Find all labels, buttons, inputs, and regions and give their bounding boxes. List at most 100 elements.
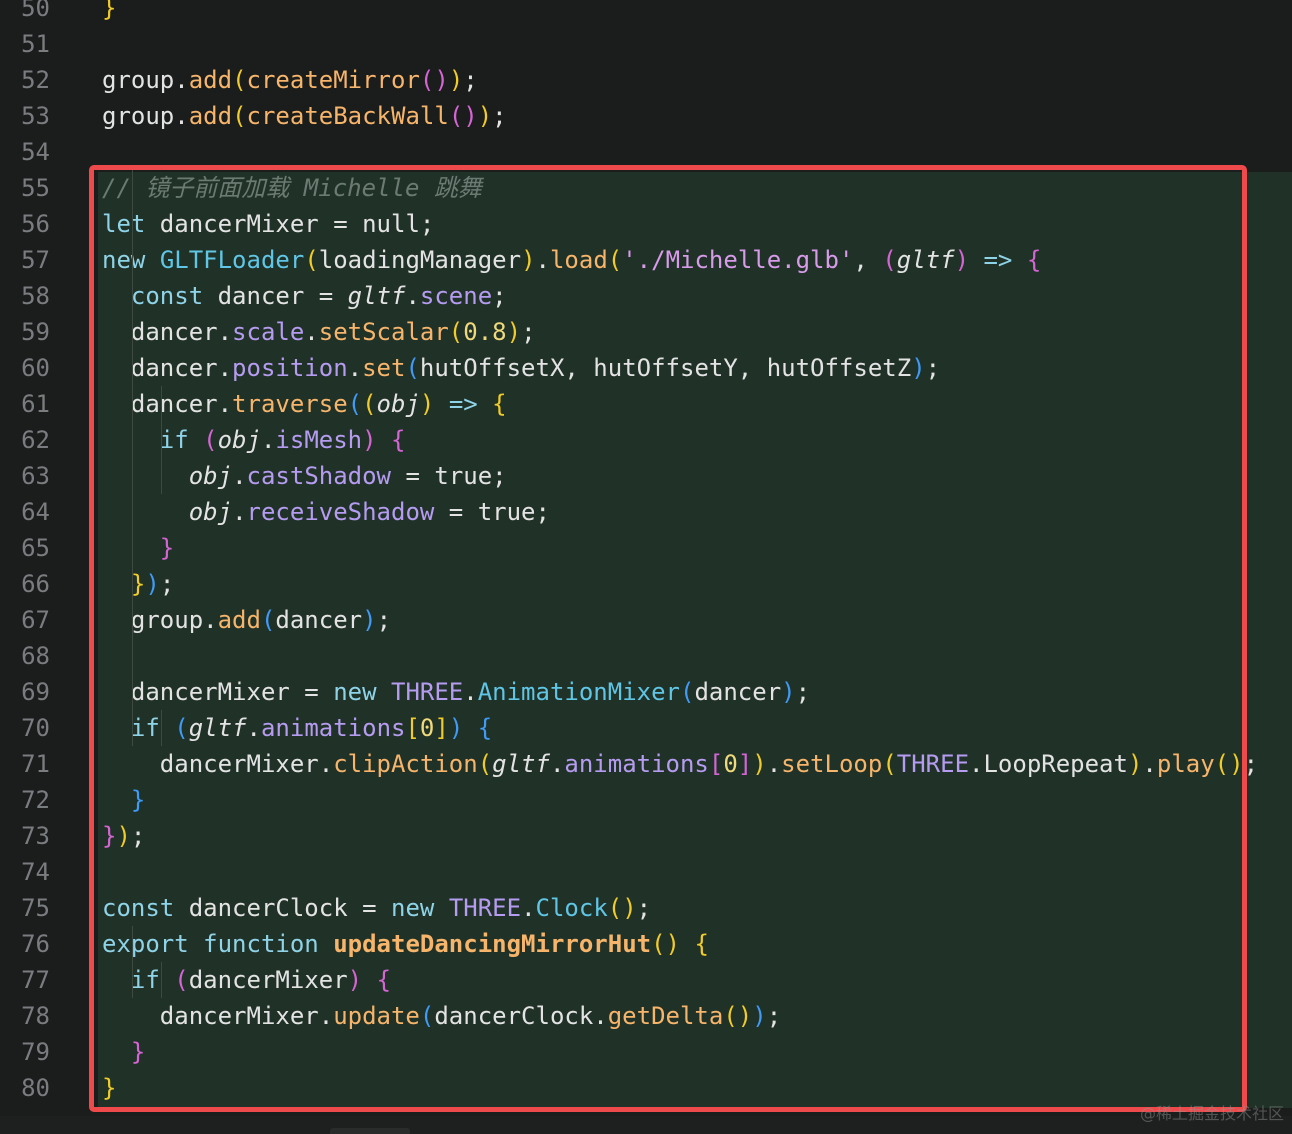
code-token: group. [102, 66, 189, 94]
code-token: . [766, 750, 782, 778]
code-line[interactable]: 51 [0, 26, 1292, 62]
indent-guide [132, 170, 133, 746]
code-token: set [362, 354, 406, 382]
code-text: dancerMixer.update(dancerClock.getDelta(… [102, 998, 781, 1034]
code-token: [ [405, 714, 420, 742]
code-token: ) [362, 606, 377, 634]
code-line[interactable]: 72 } [0, 782, 1292, 818]
code-token: animations [260, 714, 406, 742]
code-token: setScalar [318, 318, 449, 346]
code-token: THREE [448, 894, 522, 922]
editor-bottom-bar [0, 1116, 1292, 1134]
code-token: ; [925, 354, 941, 382]
code-token: updateDancingMirrorHut [333, 930, 652, 958]
code-line[interactable]: 70 if (gltf.animations[0]) { [0, 710, 1292, 746]
line-number: 77 [21, 966, 50, 994]
code-token: new [102, 246, 146, 274]
code-token: let [102, 210, 146, 238]
code-line[interactable]: 65 } [0, 530, 1292, 566]
code-token: AnimationMixer [477, 678, 680, 706]
line-number: 71 [21, 750, 50, 778]
indent-guide [161, 386, 162, 494]
code-text: dancer.traverse((obj) => { [102, 386, 507, 422]
code-token: THREE [896, 750, 970, 778]
code-line[interactable]: 63 obj.castShadow = true; [0, 458, 1292, 494]
code-token: ; [463, 66, 478, 94]
code-line[interactable]: 59 dancer.scale.setScalar(0.8); [0, 314, 1292, 350]
code-line[interactable]: 56 let dancerMixer = null; [0, 206, 1292, 242]
code-token: ) [362, 426, 377, 454]
code-line[interactable]: 57 new GLTFLoader(loadingManager).load('.… [0, 242, 1292, 278]
code-token: ] [737, 750, 753, 778]
code-line[interactable]: 54 [0, 134, 1292, 170]
code-token: obj [376, 390, 420, 418]
line-number: 80 [21, 1074, 50, 1102]
code-text: let dancerMixer = null; [102, 206, 434, 242]
code-text: export function updateDancingMirrorHut()… [102, 926, 709, 962]
code-line[interactable]: 61 dancer.traverse((obj) => { [0, 386, 1292, 422]
code-line[interactable]: 62 if (obj.isMesh) { [0, 422, 1292, 458]
code-line[interactable]: 53 group.add(createBackWall()); [0, 98, 1292, 134]
line-number: 56 [21, 210, 50, 238]
code-text: dancerMixer = new THREE.AnimationMixer(d… [102, 674, 810, 710]
code-token: => [448, 390, 478, 418]
code-token: THREE [391, 678, 464, 706]
code-line[interactable]: 77 if (dancerMixer) { [0, 962, 1292, 998]
scroll-tab[interactable] [330, 1128, 410, 1134]
code-line[interactable]: 75 const dancerClock = new THREE.Clock(); [0, 890, 1292, 926]
code-line[interactable]: 50} [0, 0, 1292, 26]
code-text: if (obj.isMesh) { [102, 422, 406, 458]
code-line[interactable]: 55 // 镜子前面加载 Michelle 跳舞 [0, 170, 1292, 206]
line-number: 69 [21, 678, 50, 706]
code-token: gltf [188, 714, 247, 742]
code-token: add [217, 606, 261, 634]
code-token: } [130, 786, 146, 814]
code-token: ) [752, 750, 767, 778]
code-token: if [130, 714, 160, 742]
code-token: . [304, 318, 319, 346]
code-editor[interactable]: 50} 51 52 group.add(createMirror()); 53 group… [0, 0, 1292, 1134]
code-line[interactable]: 66 }); [0, 566, 1292, 602]
code-line[interactable]: 67 group.add(dancer); [0, 602, 1292, 638]
code-line[interactable]: 74 [0, 854, 1292, 890]
code-line[interactable]: 58 const dancer = gltf.scene; [0, 278, 1292, 314]
code-text: } [102, 530, 174, 566]
code-token: ; [636, 894, 652, 922]
code-token: gltf [896, 246, 955, 274]
code-token: .LoopRepeat [969, 750, 1128, 778]
code-line[interactable]: 73}); [0, 818, 1292, 854]
code-line[interactable]: 68 [0, 638, 1292, 674]
code-line[interactable]: 60 dancer.position.set(hutOffsetX, hutOf… [0, 350, 1292, 386]
code-token: ( [232, 102, 247, 130]
code-line[interactable]: 64 obj.receiveShadow = true; [0, 494, 1292, 530]
line-number: 51 [21, 30, 50, 58]
code-token: scene [419, 282, 493, 310]
code-token: ( [882, 246, 897, 274]
code-token: } [159, 534, 175, 562]
line-number: 66 [21, 570, 50, 598]
code-line[interactable]: 79 } [0, 1034, 1292, 1070]
code-line[interactable]: 71 dancerMixer.clipAction(gltf.animation… [0, 746, 1292, 782]
code-token: group. [102, 606, 218, 634]
code-token: () [448, 102, 478, 130]
code-text: const dancerClock = new THREE.Clock(); [102, 890, 651, 926]
code-line[interactable]: 80} [0, 1070, 1292, 1106]
code-line[interactable]: 76 export function updateDancingMirrorHut… [0, 926, 1292, 962]
code-token: ) [521, 246, 536, 274]
code-token: createMirror [246, 66, 420, 94]
code-token: ) [145, 570, 160, 598]
code-token: add [188, 102, 233, 130]
code-line[interactable]: 69 dancerMixer = new THREE.AnimationMixe… [0, 674, 1292, 710]
code-token: obj [188, 462, 233, 490]
code-line[interactable]: 52 group.add(createMirror()); [0, 62, 1292, 98]
code-line[interactable]: 78 dancerMixer.update(dancerClock.getDel… [0, 998, 1292, 1034]
